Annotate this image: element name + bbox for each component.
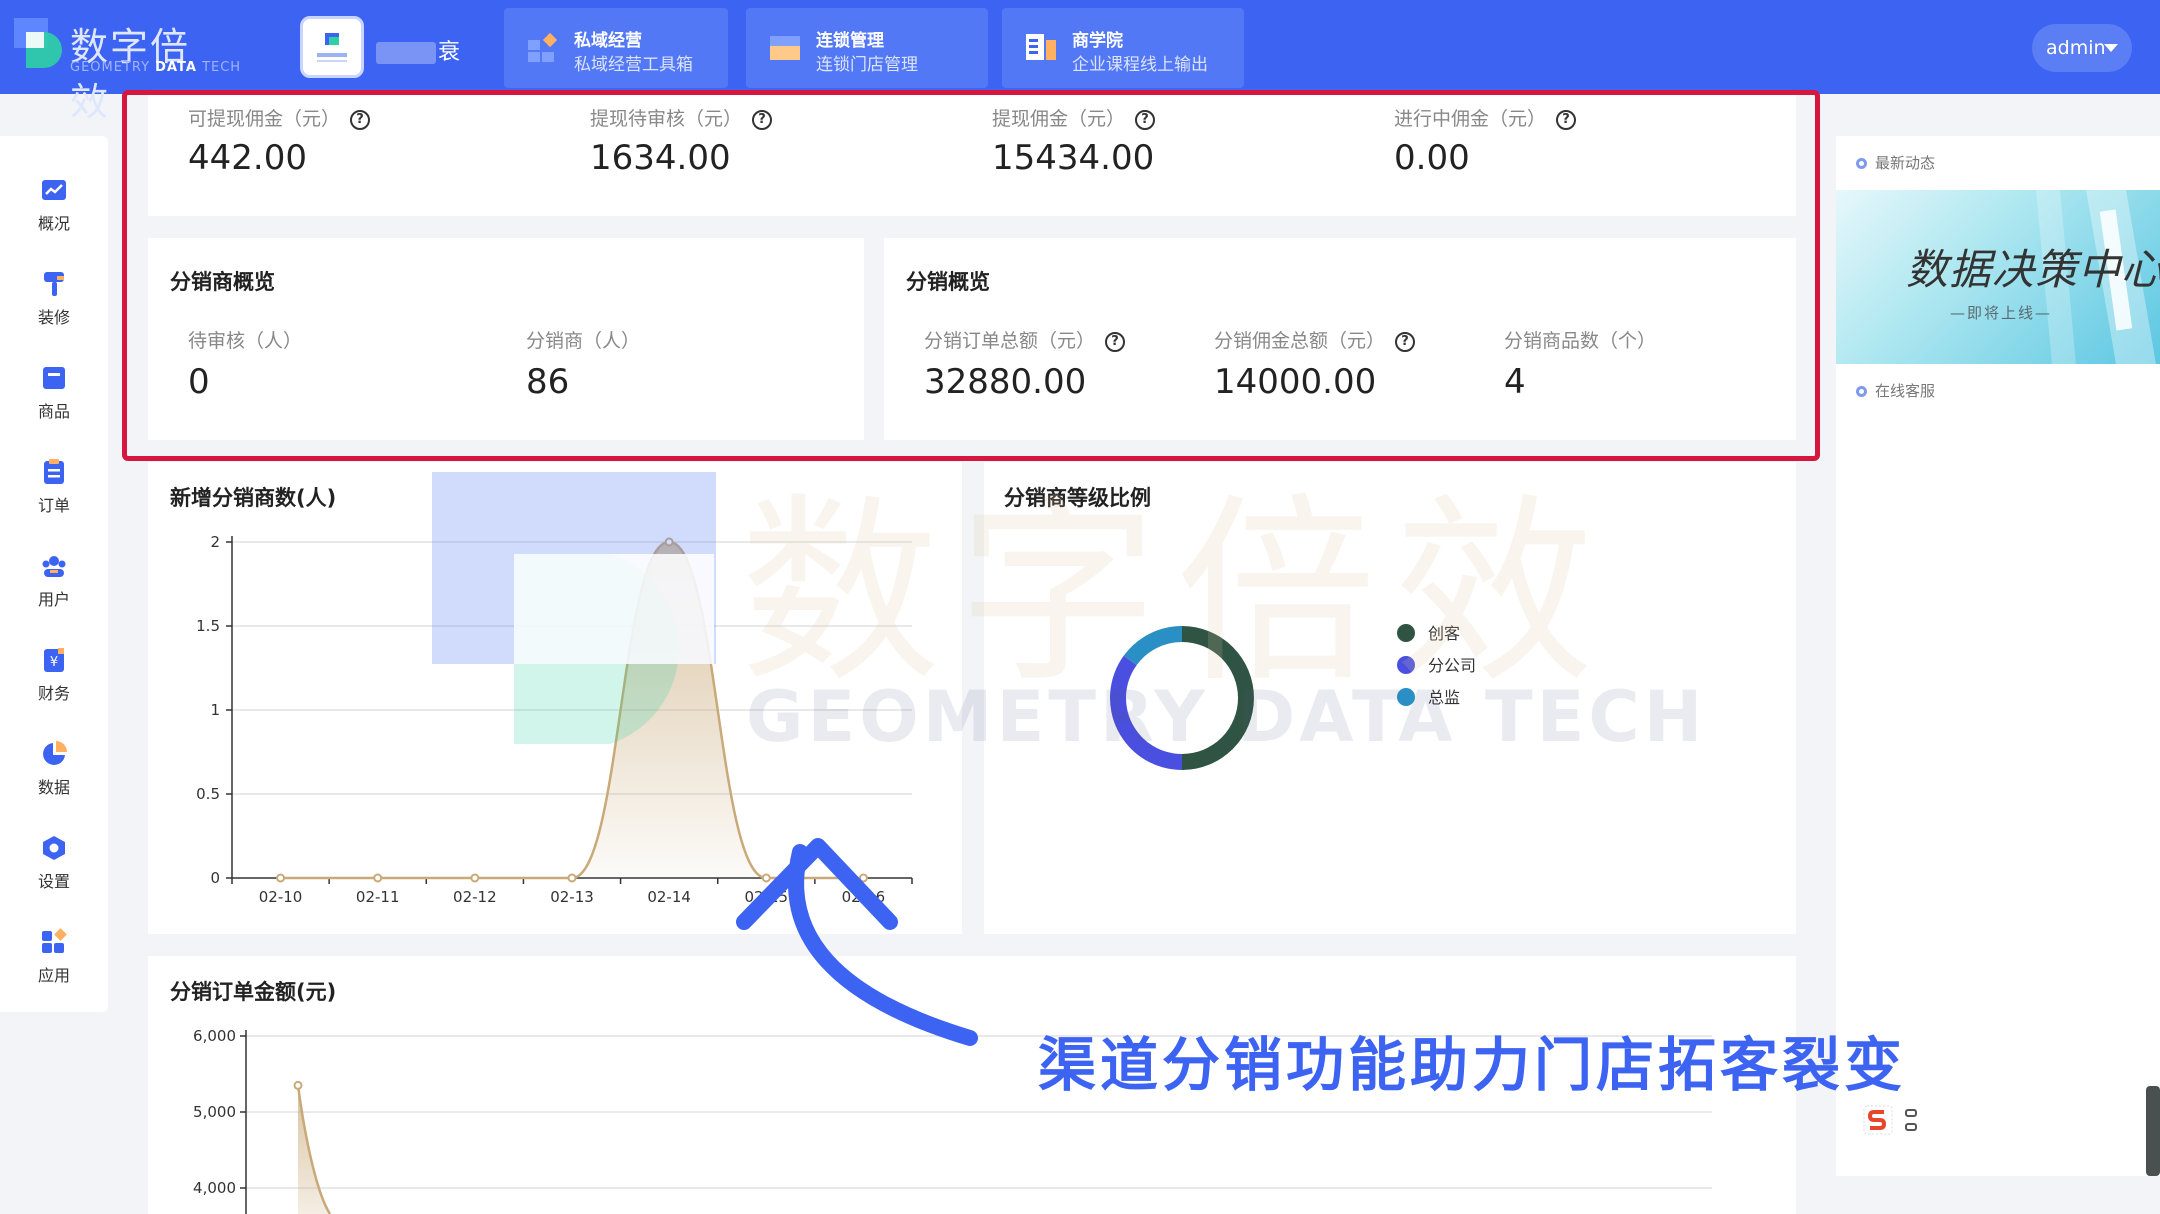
data-point [470,873,480,883]
sidebar-item-label: 设置 [37,872,70,891]
sidebar-item-settings[interactable]: 设置 [0,822,108,902]
x-tick-label: 02-12 [453,888,497,906]
user-name: admin [2046,37,2106,59]
store-name[interactable]: 衰 [376,34,460,66]
sidebar-item-orders[interactable]: 订单 [0,446,108,526]
apps-icon [42,928,67,953]
pie-icon [43,741,67,765]
y-tick-label: 1.5 [196,617,220,635]
series-area [298,1085,330,1214]
caret-down-icon [2104,44,2118,52]
user-menu-button[interactable]: admin [2032,24,2132,72]
y-tick-label: 6,000 [193,1027,236,1045]
blurred-text [376,42,436,64]
tab-chain-management[interactable]: 连锁管理 连锁门店管理 [746,8,988,88]
sidebar-item-apps[interactable]: 应用 [0,916,108,996]
highlight-frame [122,90,1820,461]
store-avatar[interactable] [300,16,364,78]
banner-subtitle: —即将上线— [1950,304,2053,322]
sidebar-item-label: 概况 [37,214,70,233]
tab-title: 商学院 [1072,31,1123,51]
tab-title: 私域经营 [574,31,642,51]
sidebar-item-label: 装修 [37,308,70,327]
x-tick-label: 02-11 [356,888,400,906]
store-logo-icon [317,33,347,62]
tab-subtitle: 连锁门店管理 [816,55,918,75]
logo-mark-icon [14,18,62,68]
y-tick-label: 2 [210,533,220,551]
tab-title: 连锁管理 [816,31,884,51]
settings-icon [43,836,65,860]
sidebar-item-label: 用户 [37,590,70,609]
sidebar-item-label: 财务 [37,684,70,703]
online-service-heading[interactable]: 在线客服 [1856,380,1935,401]
sidebar-item-data[interactable]: 数据 [0,728,108,808]
chart-icon [42,180,66,200]
sidebar: 概况 装修 商品 订单 用户 ¥ 财务 数据 设置 应用 [0,136,108,1012]
order-icon [44,459,64,484]
book-icon [1026,34,1056,60]
callout-arrow-icon [736,838,978,1046]
latest-news-heading[interactable]: 最新动态 [1856,152,1935,173]
circle-bullet-icon [1856,386,1867,397]
input-method-icon[interactable] [1862,1102,1932,1142]
banner-title: 数据决策中心 [1906,245,2160,294]
sidebar-item-overview[interactable]: 概况 [0,164,108,244]
tab-subtitle: 私域经营工具箱 [574,55,693,75]
svg-text:¥: ¥ [50,655,58,670]
sidebar-item-users[interactable]: 用户 [0,540,108,620]
sidebar-item-label: 商品 [37,402,70,421]
sidebar-item-goods[interactable]: 商品 [0,352,108,432]
goods-icon [43,367,65,389]
top-bar: 数字倍效 GEOMETRY DATA TECH 衰 私域经营 私域经营工具箱 连… [0,0,2160,124]
data-point [373,873,383,883]
x-tick-label: 02-10 [259,888,303,906]
tab-private-domain[interactable]: 私域经营 私域经营工具箱 [504,8,728,88]
sidebar-item-label: 订单 [37,496,70,515]
data-point [293,1080,303,1090]
y-tick-label: 0.5 [196,785,220,803]
sidebar-item-label: 应用 [37,966,70,985]
data-point [276,873,286,883]
circle-bullet-icon [1856,158,1867,169]
watermark-subtext: GEOMETRY DATA TECH [746,676,1707,758]
tab-business-school[interactable]: 商学院 企业课程线上输出 [1002,8,1244,88]
brand-logo[interactable]: 数字倍效 GEOMETRY DATA TECH [14,16,240,124]
y-tick-label: 5,000 [193,1103,236,1121]
y-tick-label: 4,000 [193,1179,236,1197]
store-icon [770,36,800,60]
brush-icon [44,272,64,296]
x-tick-label: 02-14 [647,888,691,906]
sidebar-item-label: 数据 [37,778,70,797]
puzzle-icon [528,32,558,62]
y-tick-label: 0 [210,869,220,887]
scrollbar-thumb[interactable] [2146,1086,2160,1176]
logo-subtitle: GEOMETRY DATA TECH [70,60,242,75]
users-icon [42,556,66,577]
x-tick-label: 02-13 [550,888,594,906]
callout-text: 渠道分销功能助力门店拓客裂变 [1038,1031,1907,1099]
decision-center-banner[interactable]: 数据决策中心 —即将上线— [1836,190,2160,364]
sidebar-item-finance[interactable]: ¥ 财务 [0,634,108,714]
data-point [567,873,577,883]
sidebar-item-decoration[interactable]: 装修 [0,258,108,338]
watermark-logo-icon [432,472,716,744]
y-tick-label: 1 [210,701,220,719]
finance-icon: ¥ [44,648,64,672]
tab-subtitle: 企业课程线上输出 [1072,55,1208,75]
